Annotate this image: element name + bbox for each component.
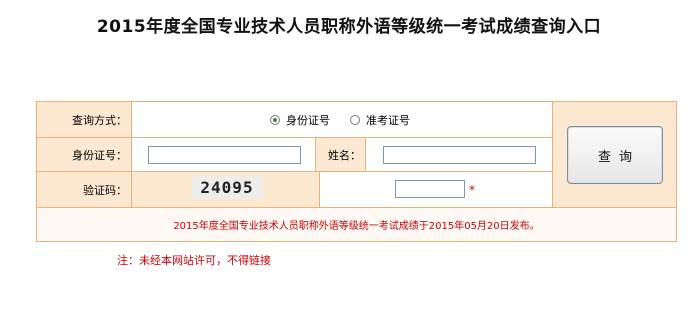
page: 2015年度全国专业技术人员职称外语等级统一考试成绩查询入口 查询方式： 身份证… bbox=[0, 0, 698, 313]
name-input[interactable] bbox=[383, 146, 536, 164]
id-number-input[interactable] bbox=[148, 146, 301, 164]
radio-label-ticket-number: 准考证号 bbox=[366, 114, 410, 127]
query-method-label: 查询方式： bbox=[72, 113, 127, 127]
captcha-label: 验证码： bbox=[83, 183, 127, 197]
radio-button-unchecked[interactable] bbox=[350, 115, 360, 125]
link-notice: 注：未经本网站许可，不得链接 bbox=[117, 254, 271, 267]
query-button[interactable]: 查询 bbox=[567, 126, 663, 184]
required-mark: * bbox=[469, 183, 475, 197]
grid-line bbox=[365, 138, 366, 171]
name-label: 姓名： bbox=[328, 148, 361, 162]
captcha-image[interactable]: 24095 bbox=[192, 176, 262, 198]
grid-line bbox=[319, 172, 320, 207]
page-title: 2015年度全国专业技术人员职称外语等级统一考试成绩查询入口 bbox=[96, 17, 602, 37]
release-notice: 2015年度全国专业技术人员职称外语等级统一考试成绩于2015年05月20日发布… bbox=[37, 208, 676, 241]
radio-label-id-number: 身份证号 bbox=[286, 114, 330, 127]
grid-line bbox=[552, 102, 553, 207]
query-method-cell bbox=[132, 102, 552, 137]
radio-ticket-number[interactable]: 准考证号 bbox=[350, 112, 410, 128]
radio-id-number[interactable]: 身份证号 bbox=[270, 112, 330, 128]
id-number-label: 身份证号： bbox=[72, 148, 127, 162]
captcha-input[interactable] bbox=[395, 180, 465, 198]
radio-button-checked[interactable] bbox=[270, 115, 280, 125]
grid-line bbox=[131, 102, 132, 207]
